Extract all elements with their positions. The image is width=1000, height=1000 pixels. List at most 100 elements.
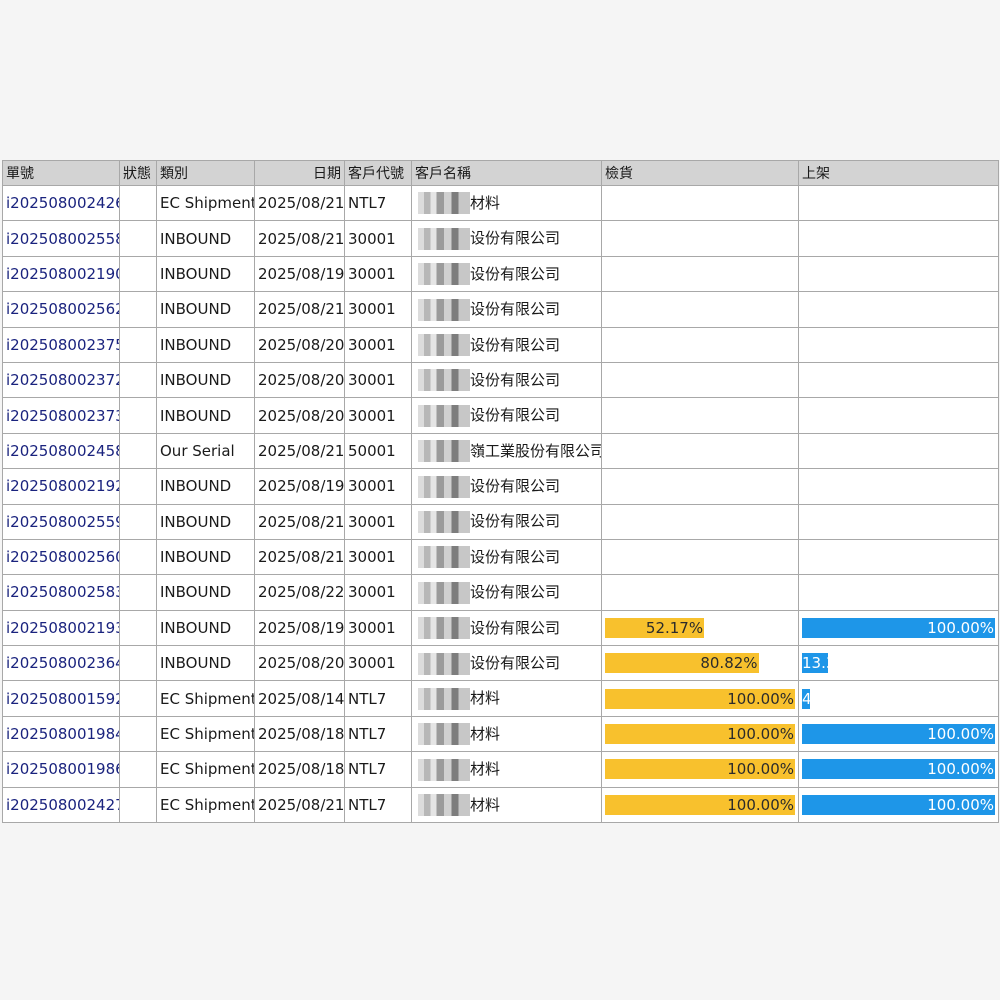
status-cell — [119, 432, 157, 470]
table-row[interactable]: i202508002192 INBOUND 2025/08/19 30001 设份有限公… — [2, 468, 999, 505]
redacted-name-pixelation — [418, 546, 470, 569]
customer-name-cell: 设份有限公司 — [411, 291, 602, 328]
order-link[interactable]: i202508002559 — [6, 513, 119, 531]
header-category[interactable]: 類別 — [156, 160, 255, 186]
customer-name-cell: 设份有限公司 — [411, 326, 602, 363]
status-cell — [119, 326, 157, 363]
date-cell: 2025/08/21 — [254, 538, 345, 576]
customer-name-text: 设份有限公司 — [470, 547, 561, 566]
customer-code-cell: NTL7 — [344, 786, 412, 824]
shelving-progress-track: 4 — [802, 688, 995, 709]
category-cell: INBOUND — [156, 361, 255, 399]
category-cell: EC Shipment — [156, 184, 255, 222]
table-row[interactable]: i202508002562 INBOUND 2025/08/21 30001 设份有限公… — [2, 291, 999, 328]
header-shelving[interactable]: 上架 — [798, 160, 999, 186]
order-no-cell: i202508002562 — [2, 291, 120, 328]
customer-code-cell: 30001 — [344, 574, 412, 611]
header-inspection[interactable]: 檢貨 — [601, 160, 799, 186]
redacted-name-pixelation — [418, 581, 470, 604]
customer-code-cell: NTL7 — [344, 184, 412, 222]
category-cell: INBOUND — [156, 255, 255, 293]
table-row[interactable]: i202508001984 EC Shipment 2025/08/18 NTL7 材料… — [2, 715, 999, 753]
orders-table: 單號 狀態 類別 日期 客戶代號 客戶名稱 檢貨 上架 i20250800242… — [2, 160, 999, 824]
status-cell — [119, 468, 157, 505]
inspection-progress-bar: 100.00% — [605, 759, 795, 780]
order-no-cell: i202508002373 — [2, 397, 120, 434]
table-row[interactable]: i202508002364 INBOUND 2025/08/20 30001 设份有限公… — [2, 645, 999, 682]
table-row[interactable]: i202508002190 INBOUND 2025/08/19 30001 设份有限公… — [2, 255, 999, 293]
table-row[interactable]: i202508002427 EC Shipment 2025/08/21 NTL7 材料… — [2, 786, 999, 824]
category-cell: INBOUND — [156, 645, 255, 682]
table-row[interactable]: i202508002373 INBOUND 2025/08/20 30001 设份有限公… — [2, 397, 999, 434]
shelving-cell: 4 — [798, 680, 999, 717]
table-row[interactable]: i202508002372 INBOUND 2025/08/20 30001 设份有限公… — [2, 361, 999, 399]
table-row[interactable]: i202508002375 INBOUND 2025/08/20 30001 设份有限公… — [2, 326, 999, 363]
customer-name-cell: 设份有限公司 — [411, 538, 602, 576]
order-link[interactable]: i202508002373 — [6, 407, 119, 425]
order-link[interactable]: i202508001986 — [6, 760, 119, 778]
header-date[interactable]: 日期 — [254, 160, 345, 186]
category-cell: Our Serial — [156, 432, 255, 470]
shelving-cell — [798, 255, 999, 293]
date-cell: 2025/08/19 — [254, 609, 345, 647]
table-row[interactable]: i202508001986 EC Shipment 2025/08/18 NTL7 材料… — [2, 751, 999, 788]
redacted-name-pixelation — [418, 617, 470, 640]
customer-code-cell: 30001 — [344, 645, 412, 682]
table-row[interactable]: i202508002426 EC Shipment 2025/08/21 NTL7 材料 — [2, 184, 999, 222]
date-cell: 2025/08/14 — [254, 680, 345, 717]
redacted-name-pixelation — [418, 758, 470, 781]
order-link[interactable]: i202508002558 — [6, 230, 119, 248]
order-link[interactable]: i202508002583 — [6, 583, 119, 601]
status-cell — [119, 786, 157, 824]
order-link[interactable]: i202508002192 — [6, 477, 119, 495]
table-row[interactable]: i202508002558 INBOUND 2025/08/21 30001 设份有限公… — [2, 220, 999, 257]
header-customer-name[interactable]: 客戶名稱 — [411, 160, 602, 186]
redacted-name-pixelation — [418, 298, 470, 321]
inspection-cell: 100.00% — [601, 751, 799, 788]
inspection-cell — [601, 255, 799, 293]
status-cell — [119, 609, 157, 647]
customer-code-cell: NTL7 — [344, 715, 412, 753]
header-order-no[interactable]: 單號 — [2, 160, 120, 186]
date-cell: 2025/08/20 — [254, 645, 345, 682]
inspection-progress-track: 52.17% — [605, 617, 795, 638]
shelving-progress-track: 100.00% — [802, 759, 995, 780]
table-row[interactable]: i202508002458 Our Serial 2025/08/21 50001 嶺工… — [2, 432, 999, 470]
table-row[interactable]: i202508002193 INBOUND 2025/08/19 30001 设份有限公… — [2, 609, 999, 647]
order-link[interactable]: i202508002560 — [6, 548, 119, 566]
shelving-cell — [798, 503, 999, 540]
shelving-cell: 100.00% — [798, 609, 999, 647]
header-status[interactable]: 狀態 — [119, 160, 157, 186]
shelving-cell: 100.00% — [798, 786, 999, 824]
inspection-progress-track: 100.00% — [605, 759, 795, 780]
table-body: i202508002426 EC Shipment 2025/08/21 NTL7 材料… — [2, 184, 999, 824]
order-link[interactable]: i202508002427 — [6, 796, 119, 814]
order-link[interactable]: i202508002193 — [6, 619, 119, 637]
order-link[interactable]: i202508001592 — [6, 690, 119, 708]
date-cell: 2025/08/21 — [254, 291, 345, 328]
customer-name-text: 设份有限公司 — [470, 654, 561, 673]
order-link[interactable]: i202508002372 — [6, 371, 119, 389]
header-customer-code[interactable]: 客戶代號 — [344, 160, 412, 186]
order-link[interactable]: i202508002375 — [6, 336, 119, 354]
date-cell: 2025/08/18 — [254, 715, 345, 753]
table-row[interactable]: i202508002560 INBOUND 2025/08/21 30001 设份有限公… — [2, 538, 999, 576]
table-row[interactable]: i202508002583 INBOUND 2025/08/22 30001 设份有限公… — [2, 574, 999, 611]
order-link[interactable]: i202508002364 — [6, 654, 119, 672]
status-cell — [119, 574, 157, 611]
order-link[interactable]: i202508002426 — [6, 194, 119, 212]
date-cell: 2025/08/20 — [254, 361, 345, 399]
date-cell: 2025/08/20 — [254, 326, 345, 363]
order-link[interactable]: i202508002562 — [6, 300, 119, 318]
inspection-progress-bar: 52.17% — [605, 617, 705, 638]
table-row[interactable]: i202508001592 EC Shipment 2025/08/14 NTL7 材料… — [2, 680, 999, 717]
table-row[interactable]: i202508002559 INBOUND 2025/08/21 30001 设份有限公… — [2, 503, 999, 540]
date-cell: 2025/08/19 — [254, 255, 345, 293]
date-cell: 2025/08/19 — [254, 468, 345, 505]
order-link[interactable]: i202508001984 — [6, 725, 119, 743]
order-link[interactable]: i202508002190 — [6, 265, 119, 283]
inspection-cell: 100.00% — [601, 786, 799, 824]
inspection-progress-track: 100.00% — [605, 794, 795, 815]
order-link[interactable]: i202508002458 — [6, 442, 119, 460]
inspection-progress-track: 80.82% — [605, 653, 795, 674]
